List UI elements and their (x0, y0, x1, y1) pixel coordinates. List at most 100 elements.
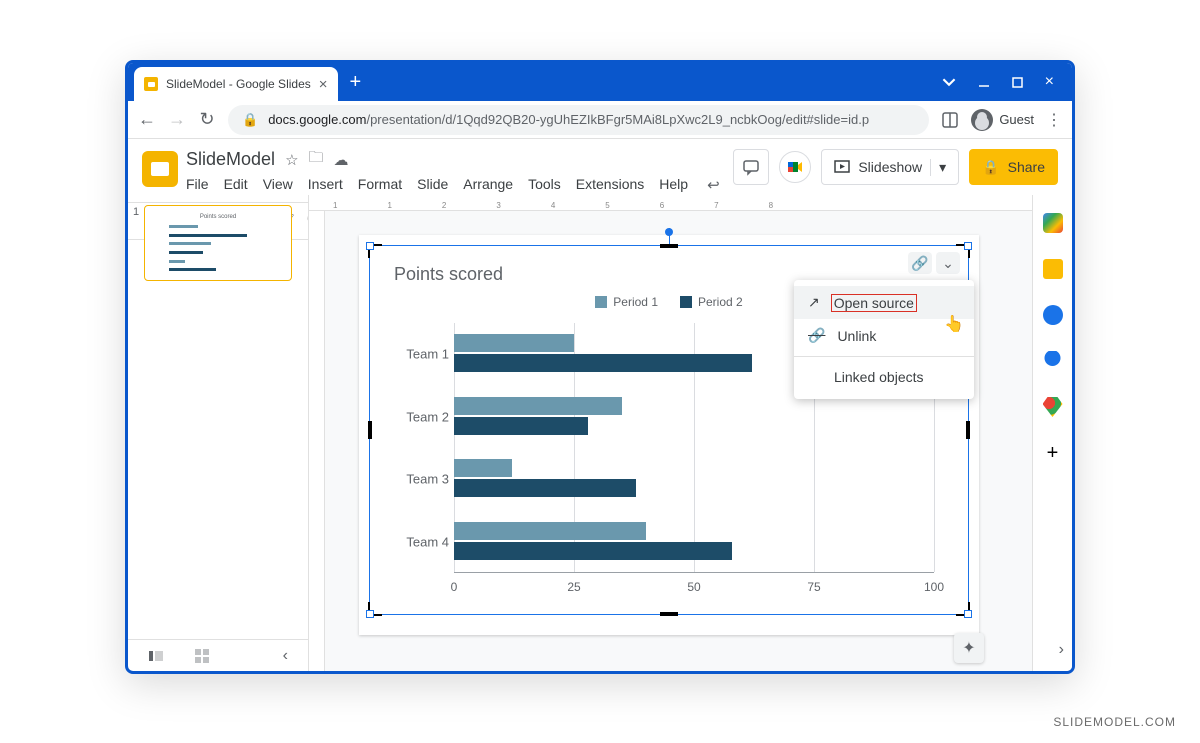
maps-icon[interactable] (1043, 397, 1063, 417)
slides-logo-icon[interactable] (142, 151, 178, 187)
tab-close-icon[interactable]: × (319, 76, 328, 93)
lock-icon: 🔒 (242, 112, 258, 128)
chart-bar (454, 479, 636, 497)
menu-linked-objects[interactable]: Linked objects (794, 361, 974, 393)
pointer-cursor-icon: 👆 (944, 314, 964, 334)
chart-bar (454, 542, 732, 560)
chart-bar (454, 354, 752, 372)
horizontal-ruler: 112345678 (309, 195, 1032, 211)
play-icon (834, 159, 850, 175)
rail-collapse-icon[interactable]: › (1059, 641, 1064, 659)
reload-icon[interactable]: ↻ (198, 109, 216, 130)
menu-file[interactable]: File (186, 176, 209, 194)
open-source-label: Open source (832, 295, 916, 311)
slides-header: SlideModel ☆ 🗀 ☁ File Edit View Insert F… (128, 139, 1072, 194)
move-icon[interactable]: 🗀 (309, 147, 324, 172)
slides-favicon-icon (144, 77, 158, 91)
contacts-icon[interactable] (1043, 351, 1063, 371)
share-label: Share (1008, 159, 1045, 175)
last-edit-icon[interactable]: ↩ (707, 176, 720, 194)
grid-view-icon[interactable] (194, 648, 210, 664)
menu-tools[interactable]: Tools (528, 176, 561, 194)
comment-history-button[interactable] (733, 149, 769, 185)
lock-icon: 🔒 (982, 159, 999, 176)
star-icon[interactable]: ☆ (285, 151, 298, 169)
menu-extensions[interactable]: Extensions (576, 176, 644, 194)
editor-main: 1 Points scored ‹ 112345678 (128, 195, 1072, 671)
url-path: /presentation/d/1Qqd92QB20-ygUhEZIkBFgr5… (366, 112, 869, 127)
url-domain: docs.google.com (268, 112, 366, 127)
chart-bar (454, 522, 646, 540)
linked-chart-dropdown: ↗ Open source 👆 🔗 Unlink Linked objects (794, 280, 974, 399)
menu-insert[interactable]: Insert (308, 176, 343, 194)
rotate-handle[interactable] (665, 228, 673, 236)
comment-icon (742, 158, 760, 176)
menu-slide[interactable]: Slide (417, 176, 448, 194)
guest-label: Guest (999, 112, 1034, 127)
linked-chart-object[interactable]: 🔗 ⌄ ↗ Open source 👆 🔗 Unlink (369, 245, 969, 615)
open-in-new-icon: ↗ (808, 294, 820, 311)
profile-chip[interactable]: Guest (971, 109, 1034, 131)
category-label: Team 1 (394, 347, 449, 362)
document-title[interactable]: SlideModel (186, 149, 275, 170)
filmstrip-view-icon[interactable] (148, 648, 164, 664)
canvas-area: 112345678 (308, 195, 1032, 671)
new-tab-button[interactable]: + (350, 71, 362, 94)
slideshow-chevron-icon[interactable]: ▾ (930, 159, 946, 176)
watermark: SLIDEMODEL.COM (1053, 715, 1176, 729)
vertical-ruler (309, 211, 325, 671)
category-label: Team 2 (394, 409, 449, 424)
address-bar[interactable]: 🔒 docs.google.com/presentation/d/1Qqd92Q… (228, 105, 929, 135)
share-button[interactable]: 🔒 Share (969, 149, 1058, 185)
tab-title: SlideModel - Google Slides (166, 77, 311, 91)
reading-list-icon[interactable] (941, 111, 959, 129)
browser-titlebar: SlideModel - Google Slides × + × (128, 63, 1072, 101)
add-on-icon[interactable]: + (1043, 443, 1063, 463)
filmstrip-collapse-icon[interactable]: ‹ (283, 647, 288, 665)
chart-bar (454, 334, 574, 352)
close-window-icon[interactable]: × (1045, 73, 1054, 91)
legend-item-1: Period 1 (595, 295, 658, 309)
menu-arrange[interactable]: Arrange (463, 176, 513, 194)
minimize-icon[interactable] (978, 76, 990, 88)
menu-edit[interactable]: Edit (224, 176, 248, 194)
unlink-label: Unlink (837, 328, 876, 344)
browser-tab[interactable]: SlideModel - Google Slides × (134, 67, 338, 101)
forward-icon[interactable]: → (168, 109, 186, 130)
avatar-icon (971, 109, 993, 131)
tasks-icon[interactable] (1043, 305, 1063, 325)
meet-button[interactable] (779, 151, 811, 183)
slide-number: 1 (133, 206, 139, 218)
meet-icon (786, 158, 804, 176)
menu-format[interactable]: Format (358, 176, 402, 194)
window-controls: × (924, 63, 1072, 101)
browser-nav-bar: ← → ↻ 🔒 docs.google.com/presentation/d/1… (128, 101, 1072, 139)
keep-icon[interactable] (1043, 259, 1063, 279)
slideshow-button[interactable]: Slideshow ▾ (821, 149, 959, 185)
chrome-menu-icon[interactable]: ⋮ (1046, 110, 1062, 130)
category-label: Team 3 (394, 472, 449, 487)
cloud-status-icon[interactable]: ☁ (334, 151, 349, 169)
calendar-icon[interactable] (1043, 213, 1063, 233)
browser-window: SlideModel - Google Slides × + × ← → ↻ 🔒… (125, 60, 1075, 674)
category-label: Team 4 (394, 534, 449, 549)
tab-search-icon[interactable] (942, 75, 956, 89)
menu-help[interactable]: Help (659, 176, 688, 194)
maximize-icon[interactable] (1012, 77, 1023, 88)
menu-open-source[interactable]: ↗ Open source 👆 (794, 286, 974, 319)
legend-item-2: Period 2 (680, 295, 743, 309)
side-panel-rail: + › (1032, 195, 1072, 671)
slide-thumbnail-1[interactable]: 1 Points scored (144, 205, 292, 281)
chart-bar (454, 397, 622, 415)
back-icon[interactable]: ← (138, 109, 156, 130)
slideshow-label: Slideshow (858, 159, 922, 175)
thumbnail-chart: Points scored (153, 214, 283, 272)
filmstrip-footer: ‹ (128, 639, 308, 671)
unlink-icon: 🔗 (808, 327, 825, 344)
explore-button[interactable]: ✦ (954, 633, 984, 663)
menu-view[interactable]: View (263, 176, 293, 194)
chart-bar (454, 459, 512, 477)
linked-objects-label: Linked objects (834, 369, 924, 385)
filmstrip: 1 Points scored (128, 195, 308, 671)
slide-canvas[interactable]: 🔗 ⌄ ↗ Open source 👆 🔗 Unlink (359, 235, 979, 635)
